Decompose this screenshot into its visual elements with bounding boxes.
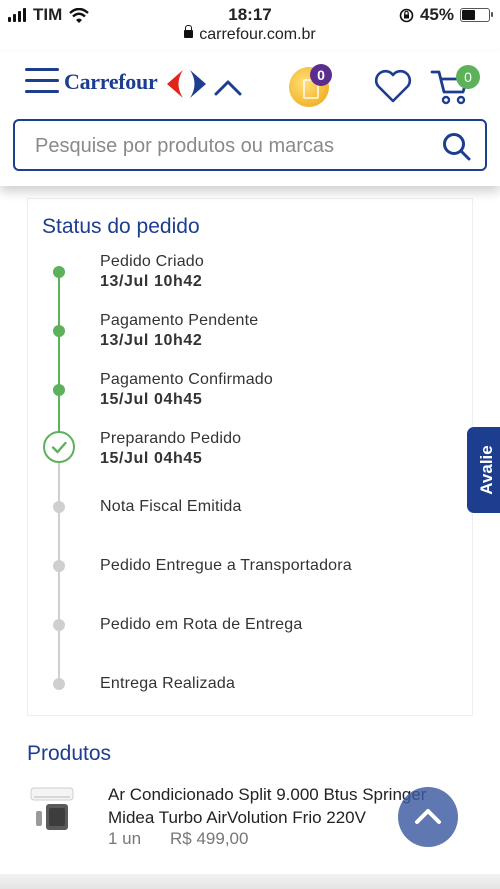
- step-date: 15/Jul 04h45: [100, 391, 203, 408]
- scroll-to-top-button[interactable]: [398, 787, 458, 847]
- step-done-dot: [53, 266, 65, 278]
- cart-badge: 0: [456, 65, 480, 89]
- battery-icon: [460, 8, 493, 22]
- feedback-tab[interactable]: Avalie: [467, 427, 500, 513]
- step-label: Nota Fiscal Emitida: [100, 498, 242, 515]
- search-box: [13, 119, 487, 171]
- battery-info: 45%: [399, 5, 493, 25]
- battery-percent: 45%: [419, 5, 454, 24]
- product-price: R$ 499,00: [170, 829, 249, 848]
- product-quantity: 1 un: [108, 829, 142, 848]
- step-label: Pagamento Pendente: [100, 312, 259, 329]
- step-pending-dot: [53, 678, 65, 690]
- step-pending-dot: [53, 501, 65, 513]
- timeline-progress-line: [58, 271, 60, 439]
- search-input[interactable]: [35, 131, 425, 161]
- step-label: Pagamento Confirmado: [100, 371, 273, 388]
- orientation-lock-icon: [399, 8, 414, 22]
- order-status-card: Status do pedido Pedido Criado 13/Jul 10…: [27, 198, 473, 716]
- step-pending-dot: [53, 619, 65, 631]
- step-date: 15/Jul 04h45: [100, 450, 203, 467]
- product-image[interactable]: [28, 786, 78, 832]
- carrefour-logo-icon: [167, 70, 206, 98]
- status-bar: TIM 18:17 45%: [0, 0, 500, 28]
- step-label: Entrega Realizada: [100, 675, 236, 692]
- step-done-dot: [53, 384, 65, 396]
- site-header: Carrefour 0 0: [0, 52, 500, 186]
- heart-icon[interactable]: [373, 68, 413, 104]
- chevron-up-icon: [415, 809, 441, 824]
- step-label: Pedido Criado: [100, 253, 204, 270]
- brand-name[interactable]: Carrefour: [64, 69, 158, 95]
- step-done-dot: [53, 325, 65, 337]
- order-timeline: Pedido Criado 13/Jul 10h42 Pagamento Pen…: [28, 199, 474, 717]
- coins-badge: 0: [310, 64, 332, 86]
- search-icon[interactable]: [441, 131, 471, 161]
- chevron-up-icon[interactable]: [213, 72, 243, 102]
- timeline-pending-line: [58, 461, 60, 685]
- menu-icon[interactable]: [25, 68, 59, 96]
- step-label: Pedido Entregue a Transportadora: [100, 557, 352, 574]
- check-circle-icon: [43, 431, 75, 463]
- lock-icon: [184, 25, 194, 38]
- url-text: carrefour.com.br: [199, 26, 316, 43]
- feedback-tab-label: Avalie: [477, 445, 496, 495]
- step-date: 13/Jul 10h42: [100, 273, 203, 290]
- step-label: Pedido em Rota de Entrega: [100, 616, 303, 633]
- step-date: 13/Jul 10h42: [100, 332, 203, 349]
- browser-bottom-bar: [0, 874, 500, 889]
- products-title: Produtos: [27, 742, 112, 765]
- address-bar[interactable]: carrefour.com.br: [0, 25, 500, 44]
- step-pending-dot: [53, 560, 65, 572]
- step-label: Preparando Pedido: [100, 430, 242, 447]
